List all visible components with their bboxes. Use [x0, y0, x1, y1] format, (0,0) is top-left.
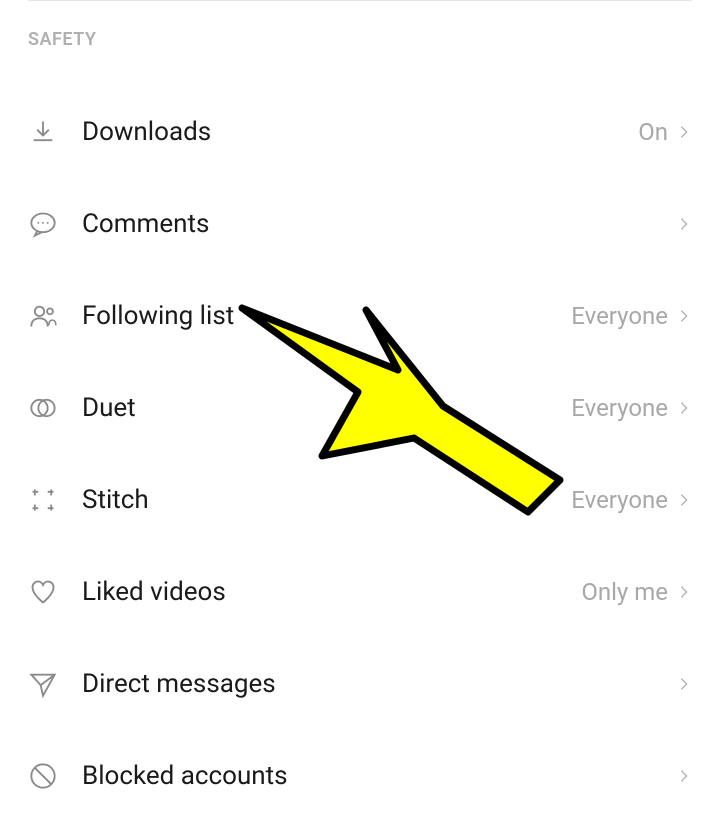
chevron-right-icon — [676, 400, 692, 416]
comments-icon — [28, 209, 58, 239]
stitch-value: Everyone — [571, 486, 668, 514]
chevron-right-icon — [676, 584, 692, 600]
chevron-right-icon — [676, 124, 692, 140]
liked-videos-value: Only me — [581, 578, 668, 606]
stitch-label: Stitch — [82, 485, 571, 515]
stitch-row[interactable]: Stitch Everyone — [28, 454, 692, 546]
chevron-right-icon — [676, 216, 692, 232]
following-list-value: Everyone — [571, 302, 668, 330]
heart-icon — [28, 577, 58, 607]
section-divider — [28, 0, 692, 1]
following-list-row[interactable]: Following list Everyone — [28, 270, 692, 362]
duet-icon — [28, 393, 58, 423]
blocked-icon — [28, 761, 58, 791]
direct-messages-label: Direct messages — [82, 669, 668, 699]
duet-value: Everyone — [571, 394, 668, 422]
chevron-right-icon — [676, 676, 692, 692]
blocked-accounts-row[interactable]: Blocked accounts — [28, 730, 692, 822]
stitch-icon — [28, 485, 58, 515]
blocked-accounts-label: Blocked accounts — [82, 761, 668, 791]
direct-messages-row[interactable]: Direct messages — [28, 638, 692, 730]
section-header-safety: SAFETY — [28, 29, 692, 50]
downloads-label: Downloads — [82, 117, 638, 147]
liked-videos-row[interactable]: Liked videos Only me — [28, 546, 692, 638]
downloads-value: On — [638, 118, 668, 146]
people-icon — [28, 301, 58, 331]
downloads-row[interactable]: Downloads On — [28, 86, 692, 178]
chevron-right-icon — [676, 492, 692, 508]
chevron-right-icon — [676, 768, 692, 784]
following-list-label: Following list — [82, 301, 571, 331]
liked-videos-label: Liked videos — [82, 577, 581, 607]
duet-label: Duet — [82, 393, 571, 423]
duet-row[interactable]: Duet Everyone — [28, 362, 692, 454]
comments-label: Comments — [82, 209, 668, 239]
comments-row[interactable]: Comments — [28, 178, 692, 270]
download-icon — [28, 117, 58, 147]
paper-plane-icon — [28, 669, 58, 699]
chevron-right-icon — [676, 308, 692, 324]
